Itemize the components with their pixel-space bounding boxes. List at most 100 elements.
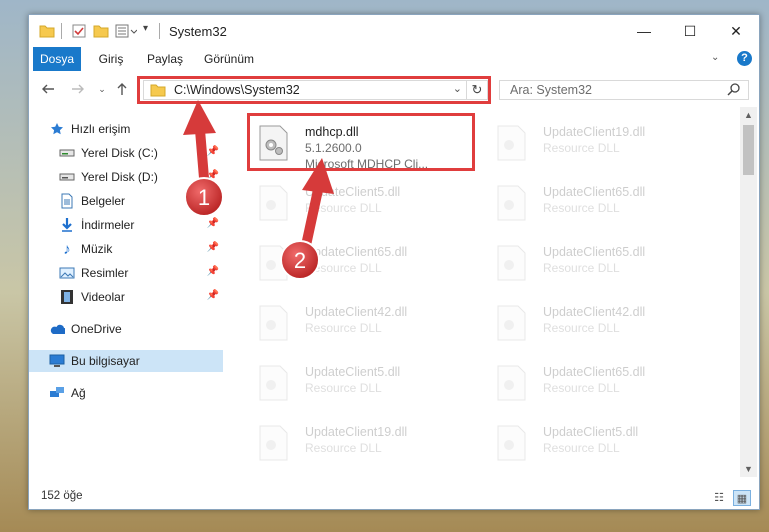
ribbon: Dosya Giriş Paylaş Görünüm ⌄ ? bbox=[29, 47, 759, 72]
dll-file-icon bbox=[255, 305, 291, 341]
explorer-window: ▾ System32 — ☐ ✕ Dosya Giriş Paylaş Görü… bbox=[28, 14, 760, 510]
sidebar-item-label: Belgeler bbox=[81, 194, 126, 208]
file-name: UpdateClient65.dll bbox=[543, 185, 646, 199]
file-name: UpdateClient65.dll bbox=[543, 245, 646, 259]
computer-icon bbox=[49, 353, 65, 369]
item-count: 152 öğe bbox=[41, 490, 83, 502]
pin-icon[interactable]: 📌 bbox=[207, 146, 219, 157]
file-name: UpdateClient65.dll bbox=[305, 245, 408, 259]
file-name: UpdateClient42.dll bbox=[543, 305, 646, 319]
title-divider bbox=[159, 23, 160, 39]
tab-dosya[interactable]: Dosya bbox=[33, 47, 81, 71]
sidebar-item-label: Hızlı erişim bbox=[71, 122, 131, 136]
sidebar-item-label: Videolar bbox=[81, 290, 125, 304]
file-item[interactable]: UpdateClient42.dll Resource DLL bbox=[473, 295, 703, 351]
scroll-down-icon[interactable]: ▼ bbox=[740, 461, 757, 477]
file-item[interactable]: UpdateClient5.dll Resource DLL bbox=[235, 175, 465, 231]
file-item[interactable]: UpdateClient19.dll Resource DLL bbox=[473, 115, 703, 171]
tab-gorunum[interactable]: Görünüm bbox=[199, 47, 259, 71]
file-item[interactable]: UpdateClient5.dll Resource DLL bbox=[473, 415, 703, 471]
sidebar-item-label: Resimler bbox=[81, 266, 129, 280]
music-icon: ♪ bbox=[63, 240, 71, 258]
dll-file-icon bbox=[255, 245, 291, 281]
download-icon bbox=[59, 217, 75, 233]
sidebar-item-downloads[interactable]: İndirmeler 📌 bbox=[59, 214, 223, 236]
file-name: UpdateClient19.dll bbox=[305, 425, 408, 439]
window-title: System32 bbox=[169, 24, 227, 39]
file-description: Resource DLL bbox=[305, 321, 382, 335]
minimize-button[interactable]: — bbox=[621, 15, 667, 47]
dll-file-icon bbox=[493, 365, 529, 401]
file-description: Resource DLL bbox=[305, 201, 382, 215]
forward-arrow-icon[interactable] bbox=[69, 80, 87, 98]
file-description: Resource DLL bbox=[543, 381, 620, 395]
properties-icon[interactable] bbox=[71, 23, 87, 39]
video-icon bbox=[59, 289, 75, 305]
tab-giris[interactable]: Giriş bbox=[89, 47, 133, 71]
scrollbar-thumb[interactable] bbox=[743, 125, 754, 175]
new-folder-icon[interactable] bbox=[93, 23, 109, 39]
sidebar-item-network[interactable]: Ağ bbox=[49, 382, 223, 404]
dll-file-icon bbox=[255, 425, 291, 461]
sidebar-item-label: İndirmeler bbox=[81, 218, 135, 232]
sidebar-item-pictures[interactable]: Resimler 📌 bbox=[59, 262, 223, 284]
maximize-button[interactable]: ☐ bbox=[667, 15, 713, 47]
file-description: Resource DLL bbox=[305, 381, 382, 395]
close-button[interactable]: ✕ bbox=[713, 15, 759, 47]
file-description: Resource DLL bbox=[543, 321, 620, 335]
sidebar-item-label: OneDrive bbox=[71, 322, 122, 336]
pictures-icon bbox=[59, 265, 75, 281]
sidebar-item-drive-d[interactable]: Yerel Disk (D:) 📌 bbox=[59, 166, 223, 188]
documents-icon bbox=[59, 193, 75, 209]
view-options-icon[interactable] bbox=[115, 23, 138, 39]
customize-toolbar-icon[interactable]: ▾ bbox=[143, 23, 148, 39]
sidebar-item-label: Ağ bbox=[71, 386, 86, 400]
file-description: Resource DLL bbox=[543, 441, 620, 455]
pin-icon[interactable]: 📌 bbox=[207, 242, 219, 253]
dll-file-icon bbox=[493, 245, 529, 281]
sidebar-item-label: Müzik bbox=[81, 242, 113, 256]
up-arrow-icon[interactable] bbox=[113, 80, 131, 98]
search-placeholder: Ara: System32 bbox=[510, 83, 592, 97]
pin-icon[interactable]: 📌 bbox=[207, 290, 219, 301]
pin-icon[interactable]: 📌 bbox=[207, 266, 219, 277]
file-name: UpdateClient5.dll bbox=[305, 365, 401, 379]
sidebar-item-music[interactable]: ♪ Müzik 📌 bbox=[59, 238, 223, 260]
sidebar-item-this-pc[interactable]: Bu bilgisayar bbox=[29, 350, 223, 372]
sidebar-item-videos[interactable]: Videolar 📌 bbox=[59, 286, 223, 308]
recent-locations-chevron-icon[interactable]: ⌄ bbox=[93, 80, 111, 98]
folder-icon bbox=[39, 23, 55, 39]
file-item[interactable]: UpdateClient65.dll Resource DLL bbox=[473, 355, 703, 411]
details-view-icon[interactable]: ☷ bbox=[711, 490, 727, 504]
tab-paylas[interactable]: Paylaş bbox=[141, 47, 189, 71]
dll-file-icon bbox=[493, 305, 529, 341]
pin-icon[interactable]: 📌 bbox=[207, 218, 219, 229]
file-item[interactable]: UpdateClient42.dll Resource DLL bbox=[235, 295, 465, 351]
file-name: UpdateClient65.dll bbox=[543, 365, 646, 379]
search-icon bbox=[727, 83, 740, 99]
file-description: Resource DLL bbox=[305, 441, 382, 455]
file-item[interactable]: UpdateClient65.dll Resource DLL bbox=[235, 235, 465, 291]
file-item[interactable]: UpdateClient5.dll Resource DLL bbox=[235, 355, 465, 411]
file-item[interactable]: UpdateClient65.dll Resource DLL bbox=[473, 175, 703, 231]
pin-icon[interactable]: 📌 bbox=[207, 194, 219, 205]
file-item[interactable]: UpdateClient65.dll Resource DLL bbox=[473, 235, 703, 291]
search-input[interactable]: Ara: System32 bbox=[499, 80, 749, 100]
scroll-up-icon[interactable]: ▲ bbox=[740, 107, 757, 123]
sidebar-item-quick-access[interactable]: Hızlı erişim bbox=[49, 118, 243, 140]
dll-file-icon bbox=[493, 125, 529, 161]
file-item[interactable]: UpdateClient19.dll Resource DLL bbox=[235, 415, 465, 471]
vertical-scrollbar[interactable]: ▲ ▼ bbox=[740, 107, 757, 477]
back-arrow-icon[interactable] bbox=[39, 80, 57, 98]
sidebar-item-documents[interactable]: Belgeler 📌 bbox=[59, 190, 223, 212]
dll-file-icon bbox=[255, 365, 291, 401]
large-icons-view-icon[interactable]: ▦ bbox=[733, 490, 751, 506]
help-icon[interactable]: ? bbox=[737, 51, 752, 66]
sidebar-item-drive-c[interactable]: Yerel Disk (C:) 📌 bbox=[59, 142, 223, 164]
file-description: Resource DLL bbox=[543, 201, 620, 215]
sidebar-item-onedrive[interactable]: OneDrive bbox=[49, 318, 223, 340]
file-name: UpdateClient5.dll bbox=[305, 185, 401, 199]
expand-ribbon-icon[interactable]: ⌄ bbox=[711, 52, 719, 63]
pin-icon[interactable]: 📌 bbox=[207, 170, 219, 181]
toolbar-divider bbox=[61, 23, 62, 39]
